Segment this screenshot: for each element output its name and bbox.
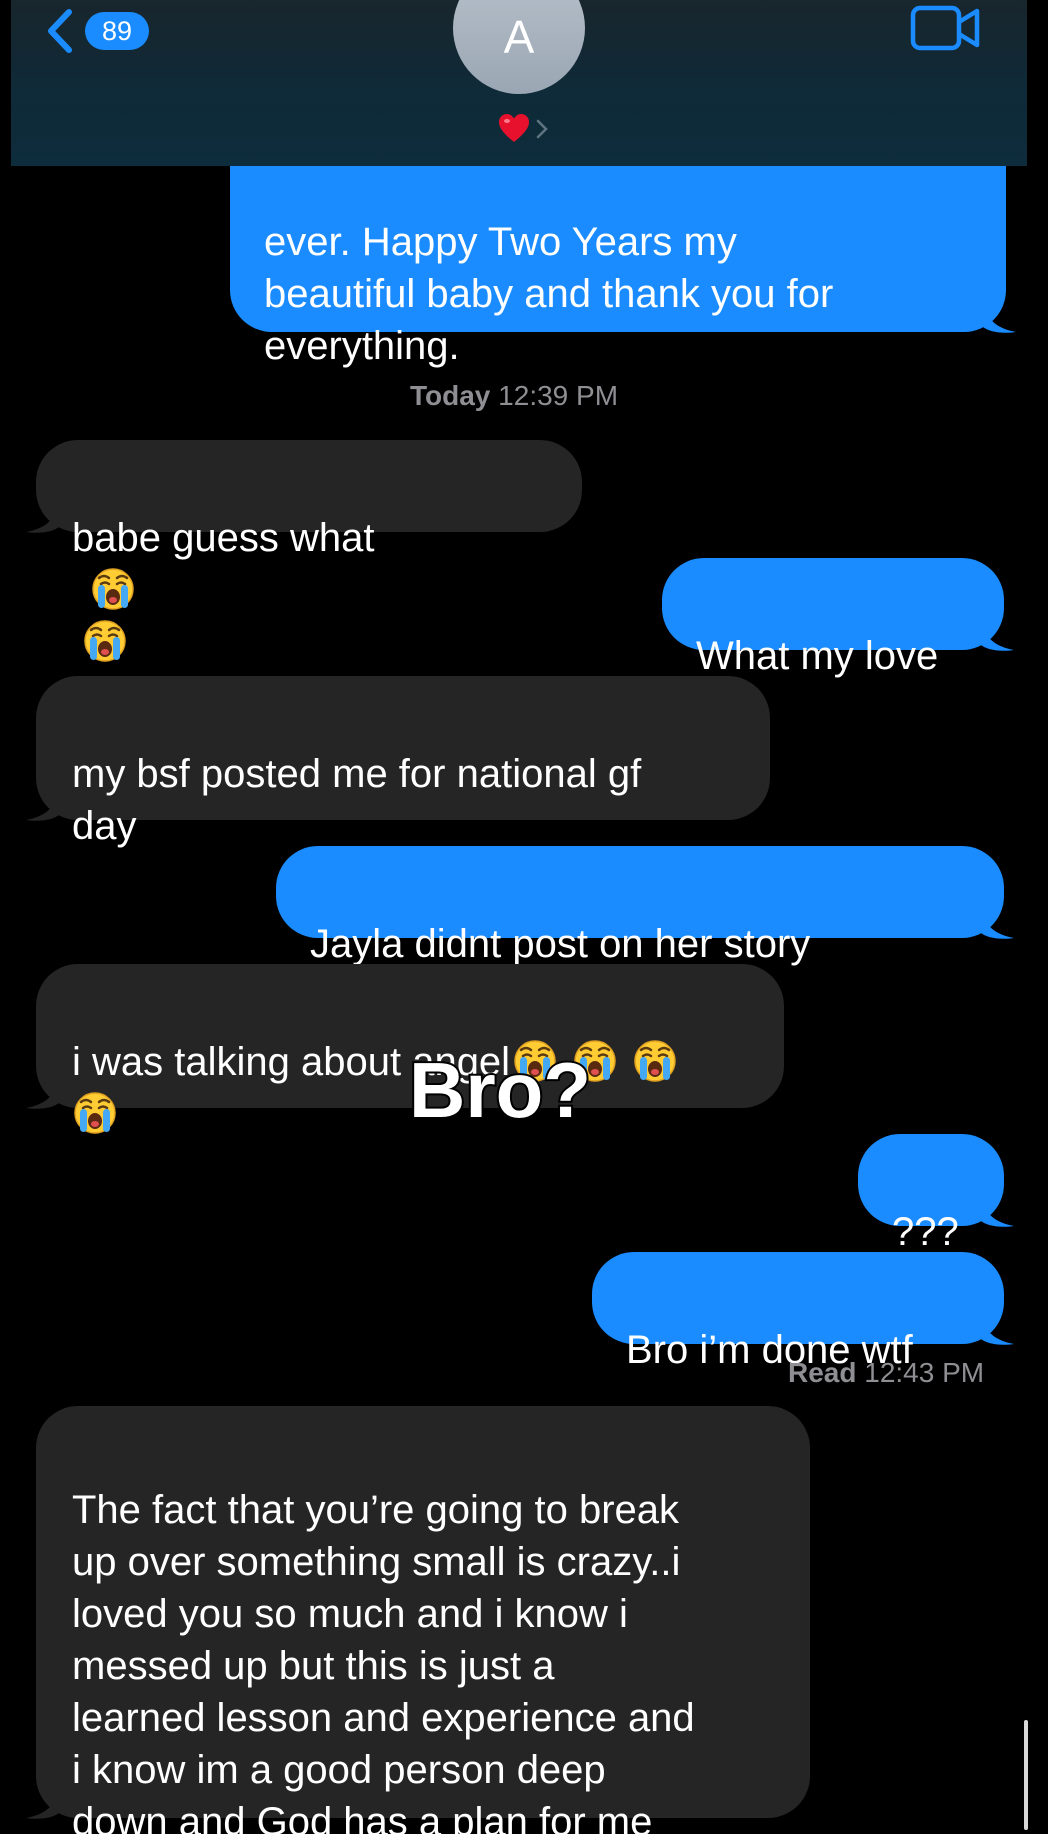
message-text: babe guess what [72, 516, 375, 560]
back-button[interactable]: 89 [39, 6, 149, 56]
chevron-left-icon [39, 6, 79, 56]
read-time: 12:43 PM [864, 1357, 985, 1388]
messages-screen: 89 A ever. Happy Two Years my beautiful … [0, 0, 1048, 1834]
loudly-crying-face-icon [72, 1090, 118, 1136]
message-text: Jayla didnt post on her story [310, 922, 811, 966]
message-bubble-outgoing[interactable]: Bro i’m done wtf [592, 1252, 1004, 1372]
loudly-crying-face-icon [82, 618, 128, 664]
scroll-indicator[interactable] [1024, 1720, 1028, 1830]
chevron-right-icon [536, 119, 548, 139]
bubble-tail [26, 1080, 60, 1110]
message-text: What my love [696, 634, 939, 678]
message-bubble-outgoing[interactable]: Jayla didnt post on her story [276, 846, 1004, 938]
bubble-tail [26, 504, 60, 534]
message-bubble-incoming[interactable]: The fact that you’re going to break up o… [36, 1406, 810, 1834]
loudly-crying-face-icon [90, 566, 136, 612]
contact-avatar[interactable]: A [453, 0, 585, 94]
bubble-tail [26, 792, 60, 822]
message-text: ??? [892, 1210, 959, 1254]
conversation-header: 89 A [11, 0, 1027, 166]
bubble-tail [980, 1316, 1014, 1346]
video-camera-icon[interactable] [909, 2, 983, 54]
message-bubble-outgoing[interactable]: ??? [858, 1134, 1004, 1254]
avatar-initial: A [503, 11, 535, 63]
message-text: my bsf posted me for national gf day [72, 752, 642, 848]
unread-count-badge: 89 [85, 12, 149, 50]
bubble-tail [980, 910, 1014, 940]
timestamp-time: 12:39 PM [498, 380, 619, 411]
video-overlay-caption: Bro? [407, 1044, 593, 1136]
timestamp-day: Today [410, 380, 491, 411]
read-receipt: Read 12:43 PM [788, 1357, 984, 1389]
bubble-tail [980, 622, 1014, 652]
timestamp-divider: Today 12:39 PM [410, 380, 618, 412]
message-bubble-outgoing[interactable]: What my love [662, 558, 1004, 678]
contact-details-link[interactable] [497, 112, 549, 146]
bubble-tail [980, 1198, 1014, 1228]
read-label: Read [788, 1357, 857, 1388]
bubble-tail [26, 1790, 60, 1820]
message-bubble-incoming[interactable]: babe guess what [36, 440, 582, 532]
message-text: The fact that you’re going to break up o… [72, 1488, 695, 1834]
red-heart-icon [499, 114, 529, 142]
message-bubble-incoming[interactable]: my bsf posted me for national gf day [36, 676, 770, 848]
bubble-tail [982, 304, 1016, 334]
message-text: ever. Happy Two Years my beautiful baby … [264, 220, 834, 368]
